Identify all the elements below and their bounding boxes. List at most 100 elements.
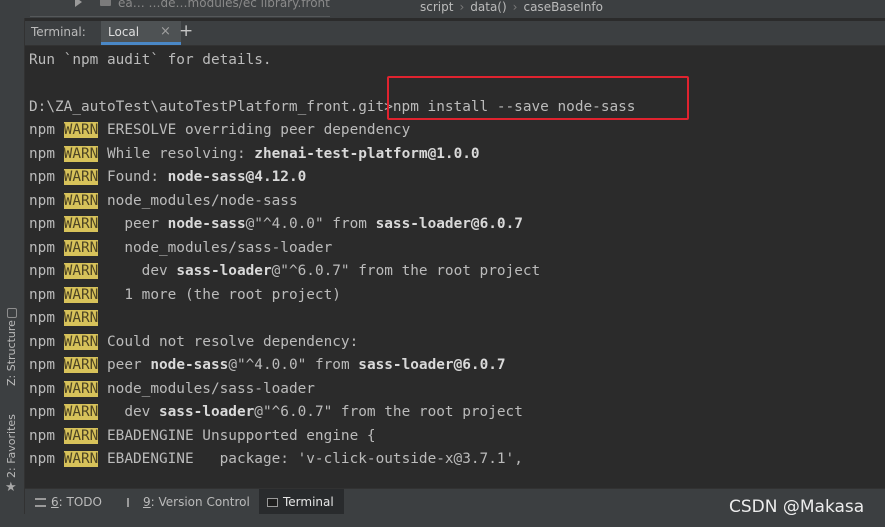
terminal-tab-bar: Terminal: Local × + bbox=[25, 21, 885, 46]
close-icon[interactable]: × bbox=[160, 24, 171, 39]
warn-text: @"^4.0.0" from bbox=[245, 216, 376, 232]
warn-text: dev bbox=[107, 263, 177, 279]
warn-badge: WARN bbox=[63, 427, 99, 444]
warn-text: @"^6.0.7" from the root project bbox=[271, 263, 541, 279]
warn-text: While resolving: bbox=[107, 145, 255, 162]
warn-badge: WARN bbox=[63, 239, 99, 256]
warn-text: @"^6.0.7" from the root project bbox=[254, 404, 523, 420]
terminal-bottom-label: Terminal bbox=[283, 495, 334, 509]
npm-warn-line: npm WARN 1 more (the root project) bbox=[29, 284, 341, 307]
terminal-label: Terminal: bbox=[31, 25, 86, 39]
branch-icon bbox=[127, 498, 138, 507]
package-name: sass-loader bbox=[158, 404, 255, 420]
breadcrumb: script › data() › caseBaseInfo bbox=[420, 0, 603, 14]
breadcrumb-item-data[interactable]: data() bbox=[470, 0, 506, 14]
npm-warn-line: npm WARN Could not resolve dependency: bbox=[29, 331, 358, 354]
npm-warn-line: npm WARN node_modules/sass-loader bbox=[29, 378, 315, 401]
npm-tag: npm bbox=[29, 192, 55, 209]
project-path-bar[interactable]: ea… …de…modules/ec library.front bbox=[30, 0, 330, 17]
npm-warn-line: npm WARN Found: node-sass@4.12.0 bbox=[29, 166, 306, 189]
chevron-right-icon: › bbox=[459, 0, 465, 14]
expand-arrow-icon[interactable] bbox=[75, 0, 82, 7]
npm-tag: npm bbox=[29, 239, 55, 256]
tab-local[interactable]: Local × bbox=[101, 21, 181, 45]
npm-warn-line: npm WARN EBADENGINE package: 'v-click-ou… bbox=[29, 448, 523, 471]
todo-tab[interactable]: 6: TODO bbox=[35, 489, 102, 515]
structure-icon bbox=[7, 308, 17, 318]
npm-warn-line: npm WARN bbox=[29, 307, 107, 330]
highlight-box bbox=[387, 76, 689, 120]
version-control-tab[interactable]: 9: Version Control bbox=[127, 489, 250, 515]
warn-text: @"^4.0.0" from bbox=[228, 357, 359, 373]
npm-tag: npm bbox=[29, 357, 55, 373]
todo-number: 6 bbox=[51, 495, 59, 509]
project-path[interactable]: ea… …de…modules/ec library.front bbox=[118, 0, 330, 10]
breadcrumb-item-casebaseinfo[interactable]: caseBaseInfo bbox=[523, 0, 603, 14]
package-name: sass-loader@6.0.7 bbox=[358, 357, 506, 373]
new-session-button[interactable]: + bbox=[179, 21, 193, 41]
npm-warn-line: npm WARN ERESOLVE overriding peer depend… bbox=[29, 119, 410, 142]
warn-text: node_modules/node-sass bbox=[107, 192, 298, 209]
list-icon bbox=[35, 498, 46, 507]
warn-badge: WARN bbox=[63, 192, 99, 209]
warn-badge: WARN bbox=[63, 216, 99, 232]
npm-warn-line: npm WARN peer node-sass@"^4.0.0" from sa… bbox=[29, 354, 506, 377]
package-name: node-sass@4.12.0 bbox=[167, 169, 307, 185]
npm-warn-line: npm WARN dev sass-loader@"^6.0.7" from t… bbox=[29, 401, 523, 424]
warn-text: EBADENGINE Unsupported engine { bbox=[107, 427, 376, 444]
tab-local-label: Local bbox=[108, 25, 140, 39]
warn-text: dev bbox=[107, 404, 159, 420]
version-control-number: 9 bbox=[143, 495, 151, 509]
breadcrumb-item-script[interactable]: script bbox=[420, 0, 453, 14]
npm-warn-line: npm WARN EBADENGINE Unsupported engine { bbox=[29, 425, 376, 448]
terminal-bottom-tab[interactable]: Terminal bbox=[259, 489, 344, 515]
left-tool-strip: Z: Structure 2: Favorites ★ bbox=[0, 18, 25, 527]
warn-badge: WARN bbox=[63, 380, 99, 397]
structure-tab-label: Z: Structure bbox=[5, 320, 18, 386]
npm-tag: npm bbox=[29, 286, 55, 303]
warn-badge: WARN bbox=[63, 122, 99, 138]
warn-badge: WARN bbox=[63, 333, 99, 350]
package-name: sass-loader@6.0.7 bbox=[375, 216, 523, 232]
npm-warn-line: npm WARN While resolving: zhenai-test-pl… bbox=[29, 143, 480, 166]
structure-tool-tab[interactable]: Z: Structure bbox=[0, 308, 24, 388]
warn-text: node_modules/sass-loader bbox=[107, 239, 333, 256]
npm-warn-line: npm WARN node_modules/node-sass bbox=[29, 190, 298, 213]
warn-text: node_modules/sass-loader bbox=[107, 380, 315, 397]
npm-tag: npm bbox=[29, 263, 55, 279]
terminal-output[interactable]: Run `npm audit` for details. D:\ZA_autoT… bbox=[25, 46, 885, 487]
npm-tag: npm bbox=[29, 404, 55, 420]
chevron-right-icon: › bbox=[512, 0, 518, 14]
npm-warn-line: npm WARN dev sass-loader@"^6.0.7" from t… bbox=[29, 260, 540, 283]
package-name: node-sass bbox=[167, 216, 246, 232]
version-control-label: : Version Control bbox=[150, 495, 250, 509]
warn-badge: WARN bbox=[63, 451, 99, 467]
favorites-tool-tab[interactable]: 2: Favorites ★ bbox=[0, 408, 24, 498]
npm-tag: npm bbox=[29, 451, 55, 467]
warn-badge: WARN bbox=[63, 404, 99, 420]
todo-label: : TODO bbox=[58, 495, 102, 509]
warn-badge: WARN bbox=[63, 145, 99, 162]
warn-text: Found: bbox=[107, 169, 168, 185]
warn-badge: WARN bbox=[63, 286, 99, 303]
warn-text: 1 more (the root project) bbox=[107, 286, 341, 303]
warn-text: ERESOLVE overriding peer dependency bbox=[107, 122, 411, 138]
terminal-line: Run `npm audit` for details. bbox=[29, 52, 272, 68]
terminal-icon bbox=[267, 498, 278, 507]
warn-text: peer bbox=[107, 357, 151, 373]
npm-tag: npm bbox=[29, 380, 55, 397]
npm-warn-line: npm WARN node_modules/sass-loader bbox=[29, 237, 332, 260]
watermark: CSDN @Makasa bbox=[729, 497, 865, 517]
warn-badge: WARN bbox=[63, 169, 99, 185]
package-name: zhenai-test-platform@1.0.0 bbox=[254, 145, 480, 162]
npm-tag: npm bbox=[29, 169, 55, 185]
warn-text: peer bbox=[107, 216, 168, 232]
warn-badge: WARN bbox=[63, 357, 99, 373]
favorites-tab-label: 2: Favorites bbox=[5, 414, 18, 478]
star-icon: ★ bbox=[5, 480, 17, 495]
warn-badge: WARN bbox=[63, 310, 99, 326]
package-name: node-sass bbox=[150, 357, 229, 373]
warn-text: EBADENGINE package: 'v-click-outside-x@3… bbox=[107, 451, 523, 467]
editor-breadcrumb-bar: ea… …de…modules/ec library.front script ›… bbox=[0, 0, 885, 18]
warn-text: Could not resolve dependency: bbox=[107, 333, 359, 350]
